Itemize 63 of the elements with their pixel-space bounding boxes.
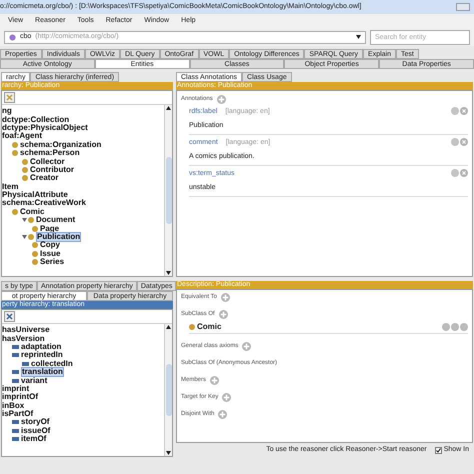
tree-item[interactable]: PhysicalAttribute xyxy=(2,191,68,200)
add-icon[interactable] xyxy=(216,95,226,104)
tree-item[interactable]: issueOf xyxy=(21,426,50,435)
scrollbar[interactable] xyxy=(164,324,172,456)
add-icon[interactable] xyxy=(210,376,220,385)
class-icon xyxy=(189,324,195,330)
tree-item[interactable]: reprintedIn xyxy=(21,351,63,360)
tree-item[interactable]: Item xyxy=(2,182,18,191)
tree-item[interactable]: ng xyxy=(2,107,12,116)
tree-item[interactable]: imprint xyxy=(2,384,30,393)
scrollbar[interactable] xyxy=(164,105,172,276)
add-icon[interactable] xyxy=(222,393,232,402)
tree-item[interactable]: Page xyxy=(40,224,60,233)
tree-item[interactable]: schema:CreativeWork xyxy=(2,199,86,208)
scroll-up-icon[interactable] xyxy=(166,325,171,329)
tree-item[interactable]: itemOf xyxy=(21,435,46,444)
tree-item[interactable]: Comic xyxy=(20,208,44,216)
tree-item[interactable]: dctype:Collection xyxy=(2,116,70,124)
tree-item[interactable]: Issue xyxy=(40,250,60,258)
tree-item[interactable]: collectedIn xyxy=(31,360,73,368)
edit-icon[interactable] xyxy=(451,138,459,146)
expand-triangle-icon[interactable] xyxy=(22,235,27,240)
scroll-up-icon[interactable] xyxy=(166,106,171,110)
tree-item[interactable]: variant xyxy=(21,376,48,385)
tree-item[interactable]: isPartOf xyxy=(2,410,34,418)
add-icon[interactable] xyxy=(242,342,252,351)
tree-item[interactable]: Collector xyxy=(30,158,65,166)
tree-item[interactable]: Series xyxy=(40,258,64,266)
edit-icon[interactable] xyxy=(451,169,459,177)
tree-item[interactable]: translation xyxy=(21,367,64,378)
delete-icon[interactable] xyxy=(460,138,468,146)
dropdown-icon[interactable] xyxy=(356,35,361,39)
tree-item[interactable]: storyOf xyxy=(21,418,50,426)
edit-icon[interactable] xyxy=(451,107,459,115)
tree-item[interactable]: inBox xyxy=(2,402,24,410)
add-icon[interactable] xyxy=(218,410,228,419)
scroll-down-icon[interactable] xyxy=(166,451,171,455)
tree-item[interactable]: Document xyxy=(36,216,76,224)
tree-item[interactable]: adaptation xyxy=(21,342,62,351)
add-icon[interactable] xyxy=(218,310,228,319)
delete-icon[interactable] xyxy=(4,92,15,103)
tree-item[interactable]: Copy xyxy=(40,241,60,250)
tree-item[interactable]: imprintOf xyxy=(2,393,38,402)
delete-icon[interactable] xyxy=(460,107,468,115)
tree-item[interactable]: Creator xyxy=(30,174,58,182)
add-icon[interactable] xyxy=(220,293,230,302)
class-name[interactable]: Comic xyxy=(197,321,222,333)
tree-item[interactable]: schema:Person xyxy=(20,149,80,158)
ontology-icon xyxy=(9,34,16,40)
tree-item[interactable]: hasUniverse xyxy=(2,326,50,334)
tree-item[interactable]: foaf:Agent xyxy=(2,132,42,140)
tree-item[interactable]: Contributor xyxy=(30,166,74,174)
expand-triangle-icon[interactable] xyxy=(22,218,27,222)
minimize-button[interactable] xyxy=(456,3,470,11)
tree-item[interactable]: schema:Organization xyxy=(20,140,102,149)
class-icon xyxy=(12,208,18,215)
tree-item[interactable]: Publication xyxy=(36,232,82,242)
checkbox[interactable] xyxy=(434,446,442,454)
delete-icon[interactable] xyxy=(4,311,15,322)
tree-item[interactable]: dctype:PhysicalObject xyxy=(2,124,88,132)
tree-item[interactable]: hasVersion xyxy=(2,334,45,343)
scroll-down-icon[interactable] xyxy=(166,271,171,275)
delete-icon[interactable] xyxy=(460,169,468,177)
